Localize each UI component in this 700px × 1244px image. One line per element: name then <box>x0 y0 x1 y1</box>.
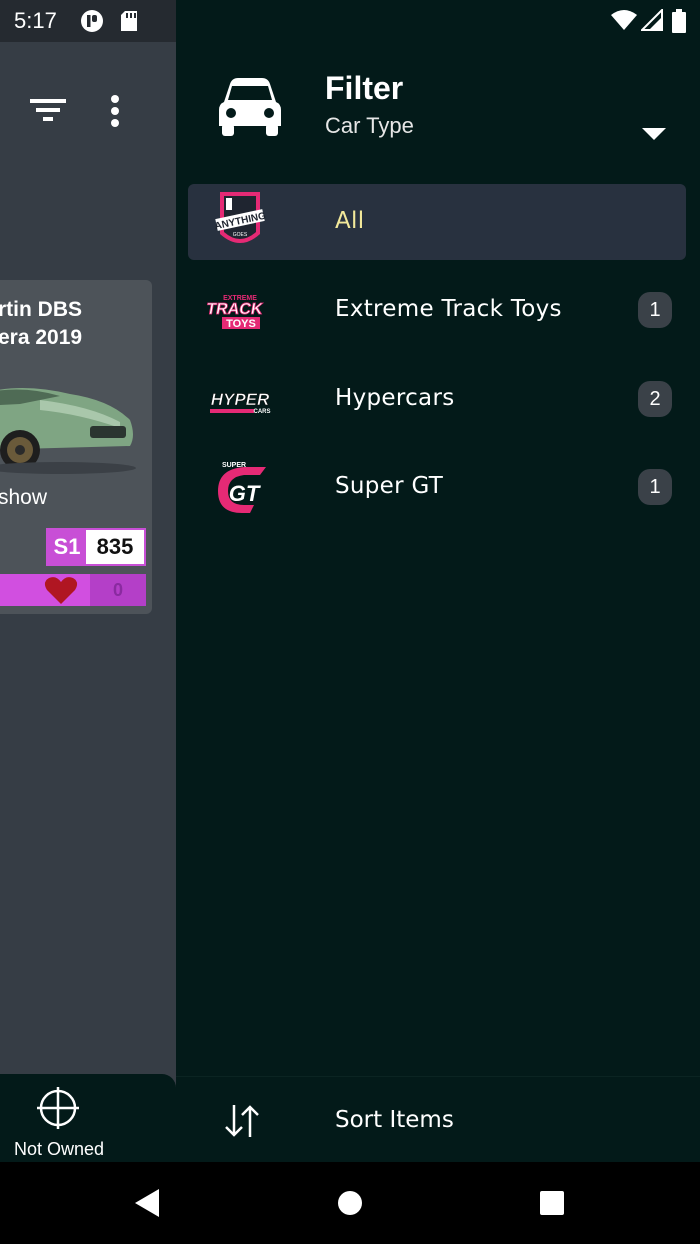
filter-drawer: Filter Car Type ANYTHING GOES All EXTREM… <box>176 42 700 1162</box>
filter-item-all[interactable]: ANYTHING GOES All <box>188 184 686 260</box>
svg-text:TRACK: TRACK <box>205 300 264 318</box>
status-bar: 5:17 <box>0 0 700 42</box>
svg-text:GT: GT <box>229 481 261 506</box>
hypercars-logo: HYPER CARS <box>210 390 271 415</box>
favorites-bar[interactable]: 0 <box>0 574 146 606</box>
filter-item-super-gt[interactable]: GT SUPER Super GT 1 <box>188 449 686 525</box>
car-name-line1: rtin DBS <box>0 298 82 321</box>
favorites-count: 0 <box>90 574 146 606</box>
svg-text:HYPER: HYPER <box>211 390 270 409</box>
super-gt-logo: GT SUPER <box>218 462 266 513</box>
filter-item-label: Extreme Track Toys <box>335 296 562 322</box>
heart-icon[interactable] <box>44 576 78 606</box>
pi-class: S1 <box>48 530 86 564</box>
wifi-icon <box>611 10 637 30</box>
filter-item-label: All <box>335 208 365 234</box>
battery-icon <box>672 9 686 33</box>
more-vert-icon[interactable] <box>104 94 126 128</box>
car-icon <box>219 78 281 136</box>
filter-item-count: 2 <box>638 381 672 417</box>
filter-item-count: 1 <box>638 292 672 328</box>
not-owned-label: Not Owned <box>14 1139 105 1159</box>
car-image <box>0 388 136 474</box>
filter-item-hypercars[interactable]: HYPER CARS Hypercars 2 <box>188 361 686 437</box>
cell-signal-icon <box>641 9 663 31</box>
car-name-line2: era 2019 <box>0 326 83 349</box>
system-nav-bar <box>0 1162 700 1244</box>
background-app-screen: rtin DBS era 2019 show S1 835 0 <box>0 0 176 1162</box>
extreme-track-toys-logo: EXTREME TRACK TOYS <box>205 295 265 330</box>
filter-item-extreme-track-toys[interactable]: EXTREME TRACK TOYS Extreme Track Toys 1 <box>188 272 686 348</box>
sort-arrows-icon <box>225 1105 259 1137</box>
anything-goes-logo: ANYTHING GOES <box>214 192 267 243</box>
filter-item-label: Hypercars <box>335 385 455 411</box>
car-card[interactable]: rtin DBS era 2019 show S1 835 0 <box>0 280 152 614</box>
sort-items-label: Sort Items <box>335 1107 454 1133</box>
sd-card-icon <box>121 11 137 31</box>
svg-text:TOYS: TOYS <box>226 318 256 330</box>
performance-index-badge: S1 835 <box>46 528 146 566</box>
crosshair-icon <box>37 1087 79 1129</box>
car-maker: show <box>0 486 48 509</box>
svg-text:CARS: CARS <box>253 409 270 415</box>
car-name: rtin DBS era 2019 <box>0 296 82 352</box>
back-icon[interactable] <box>133 1188 161 1218</box>
pi-value: 835 <box>86 530 144 564</box>
filter-item-label: Super GT <box>335 473 444 499</box>
filter-item-count: 1 <box>638 469 672 505</box>
status-clock: 5:17 <box>14 8 57 33</box>
app-notification-icon <box>81 10 103 32</box>
filter-list-icon[interactable] <box>30 97 66 123</box>
drawer-subtitle: Car Type <box>325 113 414 138</box>
recents-icon[interactable] <box>540 1191 564 1215</box>
svg-text:SUPER: SUPER <box>222 462 246 469</box>
dropdown-arrow-icon[interactable] <box>640 126 668 142</box>
home-icon[interactable] <box>338 1191 362 1215</box>
sort-items-button[interactable]: Sort Items <box>176 1076 700 1162</box>
svg-text:GOES: GOES <box>233 232 248 238</box>
drawer-title: Filter <box>325 70 404 106</box>
